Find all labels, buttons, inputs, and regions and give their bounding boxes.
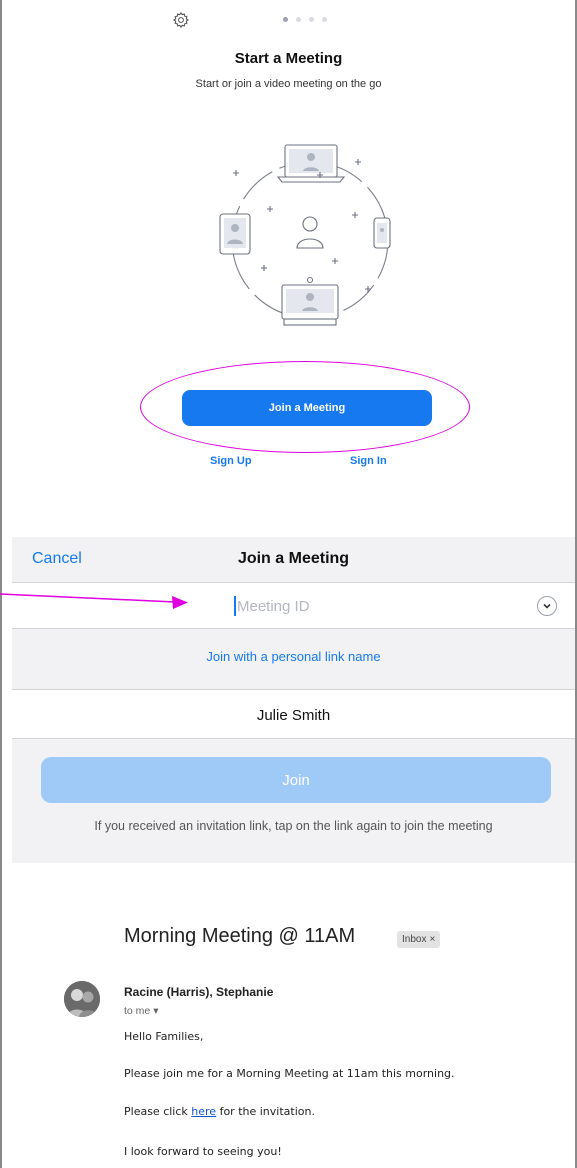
- recipient-dropdown[interactable]: to me ▾: [124, 1005, 158, 1017]
- navigation-bar: Cancel Join a Meeting: [12, 537, 575, 583]
- sign-up-link[interactable]: Sign Up: [210, 455, 252, 467]
- join-meeting-button[interactable]: Join a Meeting: [182, 390, 432, 426]
- name-row: [12, 689, 575, 739]
- email-greeting: Hello Families,: [124, 1030, 204, 1043]
- avatar: [64, 981, 100, 1017]
- page-title: Start a Meeting: [234, 50, 343, 67]
- gear-icon[interactable]: [172, 11, 190, 29]
- sender-name: Racine (Harris), Stephanie: [124, 985, 274, 999]
- dialog-title: Join a Meeting: [237, 550, 350, 567]
- sign-in-link[interactable]: Sign In: [350, 455, 387, 467]
- join-meeting-dialog: Cancel Join a Meeting Join with a person…: [12, 537, 575, 863]
- pointer-arrow: [0, 588, 190, 616]
- invitation-note: If you received an invitation link, tap …: [94, 819, 493, 833]
- page-subtitle: Start or join a video meeting on the go: [195, 78, 382, 90]
- personal-link-button[interactable]: Join with a personal link name: [12, 649, 575, 664]
- chevron-down-icon[interactable]: [537, 596, 557, 616]
- invitation-link[interactable]: here: [191, 1105, 216, 1118]
- page-dot-active[interactable]: [283, 17, 288, 22]
- email-body-line: Please join me for a Morning Meeting at …: [124, 1067, 455, 1080]
- email-text: Please click: [124, 1105, 192, 1118]
- join-button[interactable]: Join: [41, 757, 551, 803]
- page-dot[interactable]: [296, 17, 301, 22]
- page-indicator: [283, 17, 327, 22]
- email-closing: I look forward to seeing you!: [124, 1145, 282, 1158]
- page-dot[interactable]: [309, 17, 314, 22]
- inbox-label-badge: Inbox ×: [397, 931, 441, 948]
- email-text: for the invitation.: [216, 1105, 315, 1118]
- email-subject: Morning Meeting @ 11AM: [124, 925, 356, 947]
- email-body-line: Please click here for the invitation.: [124, 1105, 315, 1118]
- meeting-devices-illustration: [210, 140, 410, 340]
- inbox-label: Inbox: [402, 934, 427, 945]
- name-input[interactable]: [12, 704, 575, 726]
- page-dot[interactable]: [322, 17, 327, 22]
- frame-border-left: [0, 0, 2, 1168]
- text-cursor: [234, 596, 236, 616]
- meeting-id-input[interactable]: [237, 595, 437, 617]
- recipient-label: to me: [124, 1005, 151, 1017]
- caret-down-icon[interactable]: ▾: [153, 1005, 158, 1017]
- remove-label-icon[interactable]: ×: [429, 934, 435, 945]
